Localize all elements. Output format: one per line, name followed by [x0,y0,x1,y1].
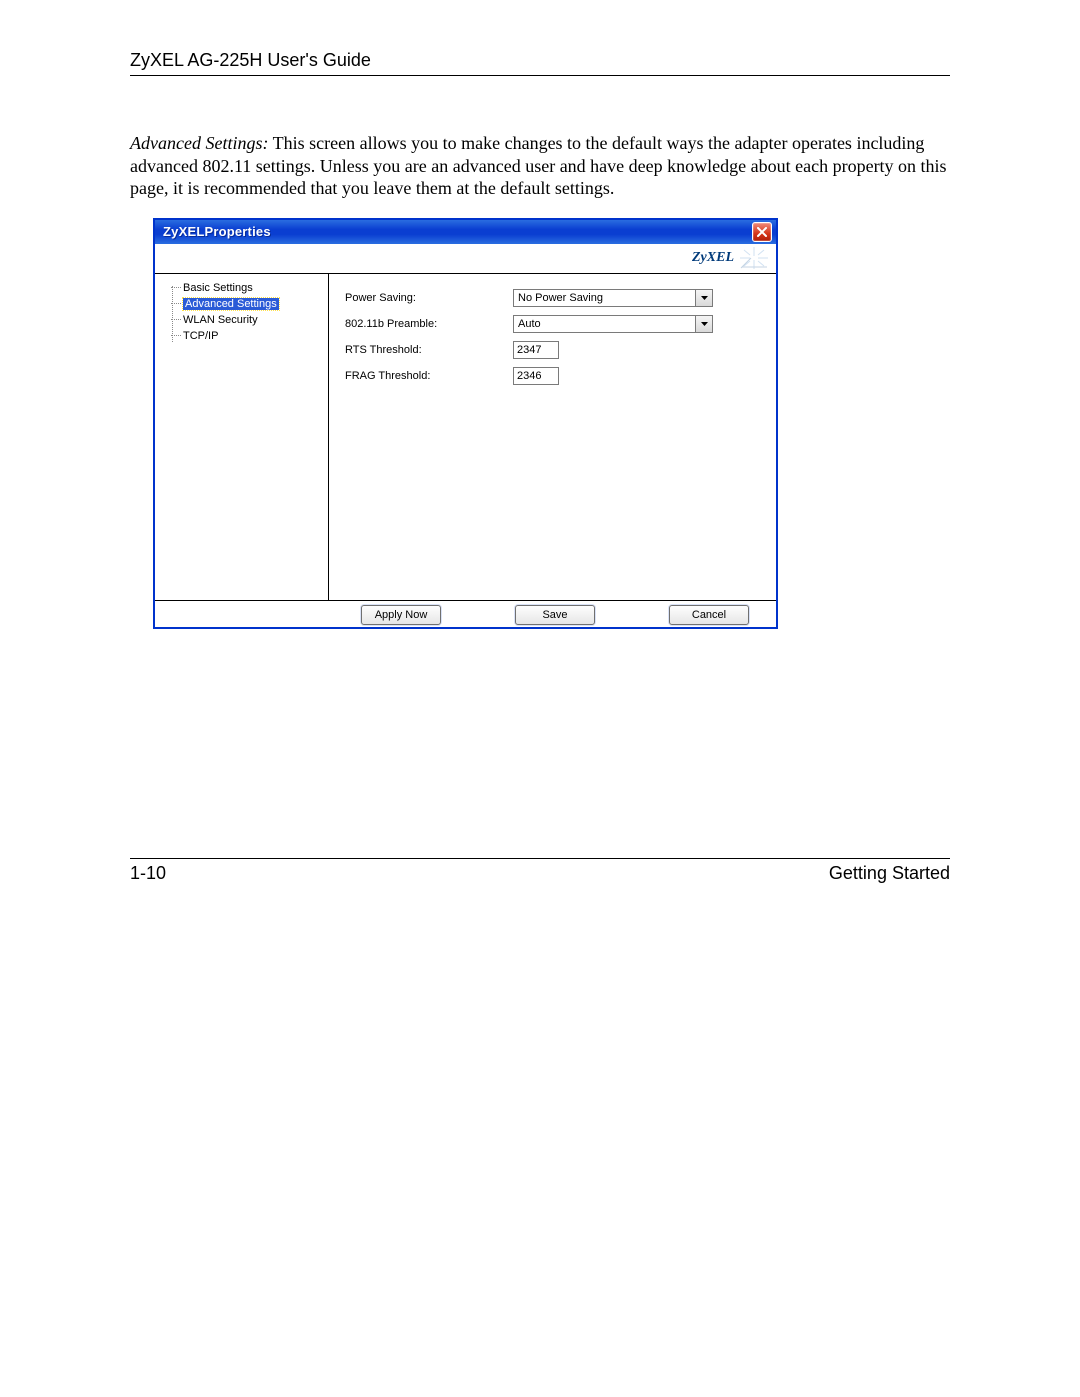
label-preamble: 802.11b Preamble: [345,318,513,330]
tree-tick [171,287,181,288]
tree-item-tcpip[interactable]: TCP/IP [159,328,324,344]
dialog-body: Basic Settings Advanced Settings WLAN Se… [155,274,776,600]
combo-value: No Power Saving [514,290,695,306]
row-frag-threshold: FRAG Threshold: [345,364,760,388]
row-power-saving: Power Saving: No Power Saving [345,286,760,310]
save-button[interactable]: Save [515,605,595,625]
intro-lead: Advanced Settings: [130,133,268,153]
brand-label: ZyXEL [692,250,734,266]
input-rts-threshold[interactable] [513,341,559,359]
close-button[interactable] [752,222,772,242]
tree-tick [171,303,181,304]
properties-dialog: ZyXELProperties ZyXEL [153,218,778,629]
chevron-down-icon [695,316,712,332]
row-rts-threshold: RTS Threshold: [345,338,760,362]
intro-paragraph: Advanced Settings: This screen allows yo… [130,132,950,200]
section-label: Getting Started [829,863,950,884]
document-page: ZyXEL AG-225H User's Guide Advanced Sett… [0,0,1080,1397]
brand-row: ZyXEL [155,244,776,274]
tree-item-basic-settings[interactable]: Basic Settings [159,280,324,296]
button-bar: Apply Now Save Cancel [155,600,776,629]
input-frag-threshold[interactable] [513,367,559,385]
tree-item-label: Basic Settings [183,282,253,294]
label-rts-threshold: RTS Threshold: [345,344,513,356]
tree-tick [171,319,181,320]
label-frag-threshold: FRAG Threshold: [345,370,513,382]
title-bar[interactable]: ZyXELProperties [155,220,776,244]
page-number: 1-10 [130,863,166,884]
brand-logo-icon [740,247,768,269]
combo-preamble[interactable]: Auto [513,315,713,333]
apply-now-button[interactable]: Apply Now [361,605,441,625]
cancel-button[interactable]: Cancel [669,605,749,625]
combo-value: Auto [514,316,695,332]
label-power-saving: Power Saving: [345,292,513,304]
chevron-down-icon [695,290,712,306]
tree-item-label: TCP/IP [183,330,218,342]
tree-item-label: WLAN Security [183,314,258,326]
combo-power-saving[interactable]: No Power Saving [513,289,713,307]
settings-tree: Basic Settings Advanced Settings WLAN Se… [155,274,329,600]
tree-item-wlan-security[interactable]: WLAN Security [159,312,324,328]
document-header: ZyXEL AG-225H User's Guide [130,50,950,76]
window-title: ZyXELProperties [163,224,271,239]
row-preamble: 802.11b Preamble: Auto [345,312,760,336]
document-footer: 1-10 Getting Started [130,858,950,884]
tree-tick [171,335,181,336]
close-icon [757,227,767,237]
settings-form: Power Saving: No Power Saving 802.11b Pr… [329,274,776,600]
tree-item-advanced-settings[interactable]: Advanced Settings [159,296,324,312]
tree-item-label: Advanced Settings [183,298,279,310]
